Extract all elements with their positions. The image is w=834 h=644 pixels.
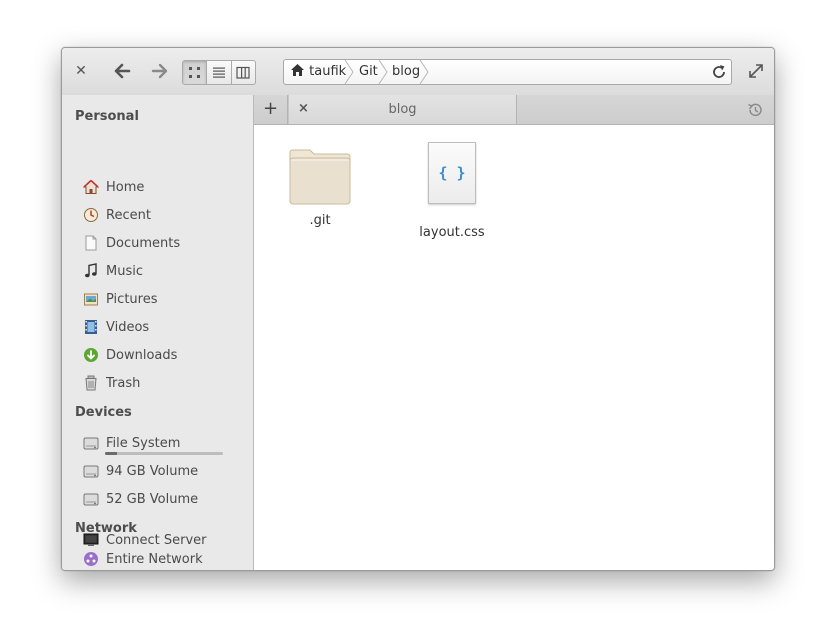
icon-view-button[interactable] [183, 61, 208, 84]
close-icon: ✕ [75, 63, 87, 79]
reload-button[interactable] [710, 63, 728, 81]
sidebar: Personal Home Recent Documents Music Pic… [62, 95, 254, 570]
list-view-icon [212, 67, 225, 78]
server-icon [83, 532, 99, 548]
sidebar-item-label: 94 GB Volume [106, 463, 199, 479]
tab-label: blog [388, 102, 417, 117]
column-view-button[interactable] [232, 61, 255, 84]
file-item-layout-css[interactable]: { } layout.css [407, 142, 497, 240]
maximize-button[interactable] [747, 62, 765, 80]
videos-icon [83, 319, 99, 335]
history-button[interactable] [746, 101, 764, 119]
sidebar-item-videos[interactable]: Videos [83, 316, 243, 338]
breadcrumb-separator [419, 60, 429, 84]
sidebar-item-file-system[interactable]: File System [83, 432, 243, 454]
folder-icon [289, 149, 351, 205]
sidebar-header-devices: Devices [75, 405, 132, 420]
view-mode-switcher [182, 60, 256, 85]
forward-button[interactable] [150, 60, 170, 82]
sidebar-item-label: Videos [106, 319, 150, 335]
home-icon [82, 179, 100, 195]
sidebar-item-label: Recent [106, 207, 151, 223]
breadcrumb-blog[interactable]: blog [392, 60, 420, 84]
location-bar[interactable]: taufik Git blog [283, 59, 732, 85]
sidebar-item-label: 52 GB Volume [106, 491, 199, 507]
sidebar-item-label: Connect Server [106, 532, 207, 548]
file-manager-window: ✕ taufik Git blog Personal Home Recent D… [61, 47, 775, 571]
breadcrumb-git[interactable]: Git [359, 60, 378, 84]
sidebar-item-label: Trash [106, 375, 141, 391]
sidebar-item-label: Documents [106, 235, 181, 251]
sidebar-item-documents[interactable]: Documents [83, 232, 243, 254]
sidebar-item-label: Home [106, 179, 145, 195]
drive-icon [83, 435, 99, 451]
sidebar-item-label: Downloads [106, 347, 178, 363]
go-back-icon [114, 63, 131, 79]
reload-icon [713, 65, 725, 78]
breadcrumb-home[interactable]: taufik [290, 60, 346, 84]
sidebar-item-trash[interactable]: Trash [83, 372, 243, 394]
downloads-icon [83, 347, 99, 363]
history-icon [748, 103, 762, 117]
tab-blog[interactable]: × blog [288, 95, 517, 124]
css-glyph: { } [438, 164, 466, 182]
sidebar-item-downloads[interactable]: Downloads [83, 344, 243, 366]
header-bar: ✕ taufik Git blog [62, 48, 774, 96]
sidebar-item-94gb-volume[interactable]: 94 GB Volume [83, 460, 243, 482]
list-view-button[interactable] [207, 61, 232, 84]
file-view: .git { } layout.css [254, 125, 774, 570]
sidebar-item-pictures[interactable]: Pictures [83, 288, 243, 310]
usage-bar-fill [105, 452, 117, 455]
new-tab-button[interactable]: + [254, 95, 288, 124]
back-button[interactable] [112, 60, 132, 82]
breadcrumb-label-taufik: taufik [309, 64, 347, 79]
sidebar-item-music[interactable]: Music [83, 260, 243, 282]
icon-view-icon [188, 66, 200, 78]
network-icon [83, 551, 99, 567]
sidebar-item-52gb-volume[interactable]: 52 GB Volume [83, 488, 243, 510]
sidebar-item-label: Pictures [106, 291, 158, 307]
tab-bar: + × blog [254, 95, 774, 125]
sidebar-item-entire-network[interactable]: Entire Network [83, 548, 243, 570]
home-icon [291, 64, 304, 76]
sidebar-item-label: File System [106, 435, 181, 451]
file-item-git-folder[interactable]: .git [275, 147, 365, 228]
close-window-button[interactable]: ✕ [72, 62, 90, 80]
drive-icon [83, 491, 99, 507]
sidebar-header-personal: Personal [75, 109, 139, 124]
sidebar-item-label: Music [106, 263, 143, 279]
file-name: .git [309, 213, 331, 228]
file-name: layout.css [419, 225, 485, 240]
pictures-icon [83, 291, 99, 307]
go-forward-icon [151, 63, 168, 79]
css-file-icon: { } [428, 142, 476, 204]
breadcrumb-separator [344, 60, 354, 84]
sidebar-item-connect-server[interactable]: Connect Server [83, 529, 243, 551]
recent-icon [83, 207, 99, 223]
music-icon [83, 263, 99, 279]
trash-icon [83, 375, 99, 391]
sidebar-item-label: Entire Network [106, 551, 203, 567]
maximize-icon [749, 64, 763, 78]
drive-icon [83, 463, 99, 479]
breadcrumb-separator [378, 60, 388, 84]
file-system-usage-bar [105, 452, 223, 455]
column-view-icon [236, 66, 250, 79]
sidebar-item-recent[interactable]: Recent [83, 204, 243, 226]
sidebar-item-home[interactable]: Home [82, 176, 243, 198]
documents-icon [83, 235, 99, 251]
